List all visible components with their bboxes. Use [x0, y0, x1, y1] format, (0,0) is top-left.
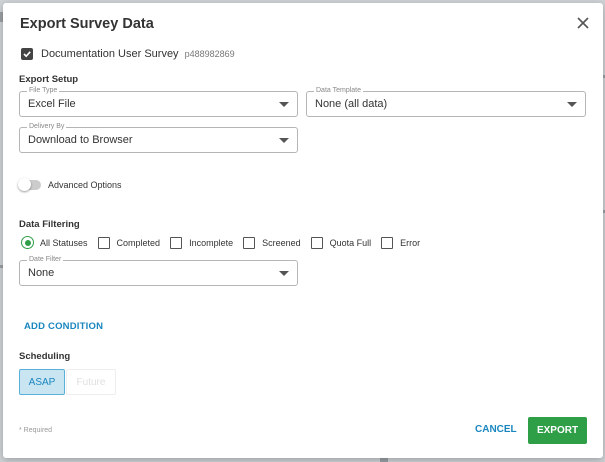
status-label: All Statuses	[40, 237, 88, 248]
cancel-button[interactable]: CANCEL	[475, 424, 517, 435]
export-survey-dialog: Export Survey Data Documentation User Su…	[3, 3, 603, 458]
status-option-screened[interactable]: Screened	[243, 236, 301, 249]
advanced-options-toggle[interactable]: Advanced Options	[18, 178, 122, 191]
quota-full-checkbox[interactable]	[310, 236, 323, 249]
date-filter-select[interactable]: Date Filter None	[19, 255, 298, 286]
asap-button[interactable]: ASAP	[19, 369, 65, 395]
dialog-title: Export Survey Data	[20, 16, 154, 32]
survey-row: Documentation User Survey p488982869	[21, 48, 235, 60]
future-button[interactable]: Future	[66, 369, 116, 395]
status-label: Error	[400, 237, 421, 248]
file-type-label: File Type	[27, 86, 60, 96]
chevron-down-icon	[279, 102, 289, 107]
required-note: * Required	[19, 427, 53, 434]
date-filter-value: None	[28, 267, 55, 279]
all-statuses-radio[interactable]	[21, 236, 34, 249]
survey-checkbox[interactable]	[21, 48, 33, 60]
data-template-label: Data Template	[314, 86, 364, 96]
status-option-completed[interactable]: Completed	[97, 236, 161, 249]
close-button[interactable]	[576, 16, 590, 30]
scheduling-heading: Scheduling	[19, 351, 71, 362]
toggle-track[interactable]	[18, 178, 41, 191]
survey-id: p488982869	[184, 49, 235, 59]
status-option-quota-full[interactable]: Quota Full	[310, 236, 372, 249]
chevron-down-icon	[279, 138, 289, 143]
toggle-knob	[18, 178, 31, 191]
chevron-down-icon	[567, 102, 577, 107]
status-filter-row: All Statuses Completed Incomplete Screen…	[21, 236, 430, 249]
delivery-by-select[interactable]: Delivery By Download to Browser	[19, 122, 298, 153]
chevron-down-icon	[279, 271, 289, 276]
export-button[interactable]: EXPORT	[528, 417, 587, 444]
background-page-edge	[380, 458, 388, 462]
file-type-value: Excel File	[28, 98, 76, 110]
add-condition-link[interactable]: ADD CONDITION	[24, 321, 103, 332]
status-label: Completed	[116, 237, 161, 248]
check-icon	[23, 51, 31, 58]
data-filtering-heading: Data Filtering	[19, 219, 80, 230]
status-option-error[interactable]: Error	[381, 236, 421, 249]
status-label: Quota Full	[329, 237, 372, 248]
radio-selected-dot	[24, 239, 31, 246]
data-template-value: None (all data)	[315, 98, 388, 110]
incomplete-checkbox[interactable]	[170, 236, 183, 249]
survey-name: Documentation User Survey	[41, 48, 179, 60]
delivery-by-value: Download to Browser	[28, 134, 133, 146]
date-filter-label: Date Filter	[27, 255, 64, 265]
screened-checkbox[interactable]	[243, 236, 256, 249]
status-option-incomplete[interactable]: Incomplete	[170, 236, 234, 249]
delivery-by-label: Delivery By	[27, 122, 67, 132]
error-checkbox[interactable]	[381, 236, 394, 249]
file-type-select[interactable]: File Type Excel File	[19, 86, 298, 117]
completed-checkbox[interactable]	[97, 236, 110, 249]
status-label: Incomplete	[189, 237, 234, 248]
status-option-all[interactable]: All Statuses	[21, 236, 88, 249]
status-label: Screened	[262, 237, 301, 248]
close-icon	[577, 17, 589, 29]
advanced-options-label: Advanced Options	[48, 180, 122, 190]
data-template-select[interactable]: Data Template None (all data)	[306, 86, 586, 117]
export-setup-heading: Export Setup	[19, 74, 79, 85]
